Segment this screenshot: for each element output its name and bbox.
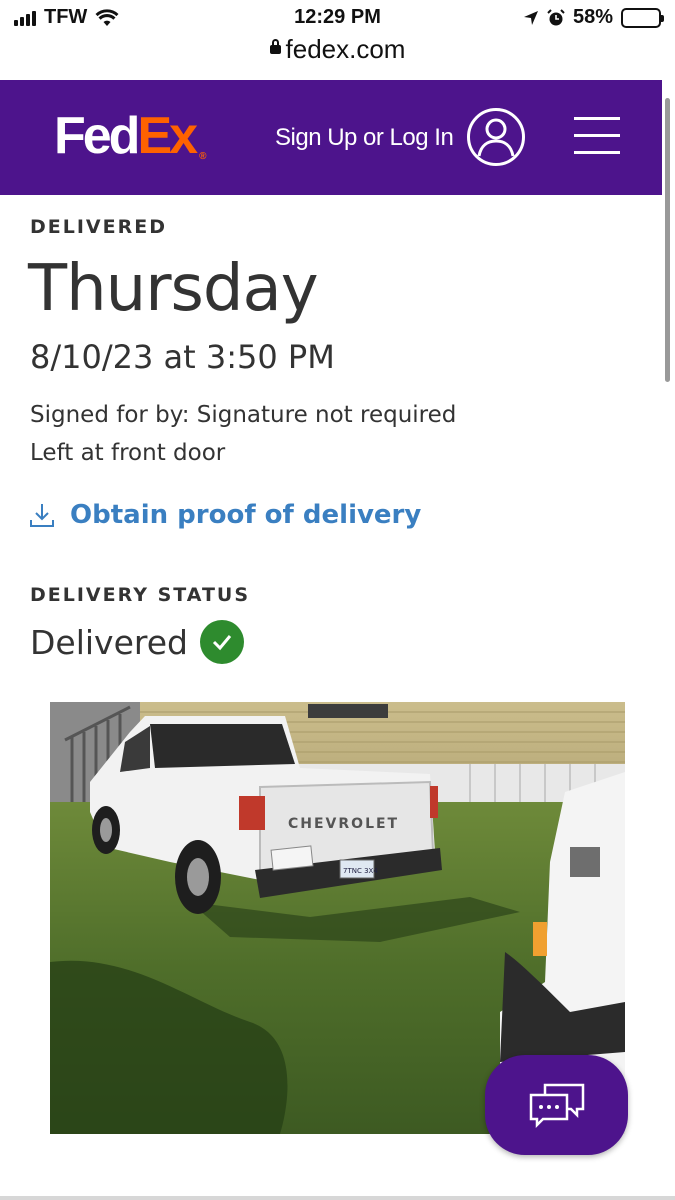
battery-percent: 58% [572,6,613,28]
chat-button[interactable] [485,1055,628,1155]
chat-bubbles-icon [529,1083,584,1128]
delivery-day: Thursday [28,252,319,326]
left-at-text: Left at front door [30,440,226,466]
delivery-status-row: Delivered [30,620,244,664]
location-arrow-icon [523,10,538,25]
battery-icon [621,7,664,28]
hamburger-menu-icon[interactable] [574,117,620,155]
site-header: FedEx ® Sign Up or Log In [0,80,662,195]
proof-of-delivery-link[interactable]: Obtain proof of delivery [28,500,421,530]
logo-ex: Ex [137,107,198,165]
lock-icon [269,38,281,54]
url-domain: fedex.com [285,34,406,64]
status-bar-right: 58% [523,6,664,29]
delivered-eyebrow: DELIVERED [30,216,167,238]
signed-for-text: Signed for by: Signature not required [30,402,457,428]
tailgate-text: CHEVROLET [288,816,399,832]
scrollbar[interactable] [665,98,670,382]
signin-link[interactable]: Sign Up or Log In [275,124,454,152]
bottom-divider [0,1196,675,1200]
delivery-status-value: Delivered [30,622,188,662]
logo-fed: Fed [54,107,140,165]
logo-registered: ® [199,151,207,162]
download-icon [30,504,54,527]
delivery-datetime: 8/10/23 at 3:50 PM [30,338,335,376]
check-circle-icon [199,620,244,664]
alarm-icon [547,8,565,25]
delivery-status-heading: DELIVERY STATUS [30,584,251,606]
proof-of-delivery-label: Obtain proof of delivery [70,500,422,530]
license-plate-text: 7TNC 3X4 [343,867,378,875]
status-bar: TFW 12:29 PM 58% [0,0,675,36]
url-bar[interactable]: fedex.com [0,34,675,74]
user-icon[interactable] [466,107,526,167]
fedex-logo[interactable]: FedEx ® [54,110,206,162]
